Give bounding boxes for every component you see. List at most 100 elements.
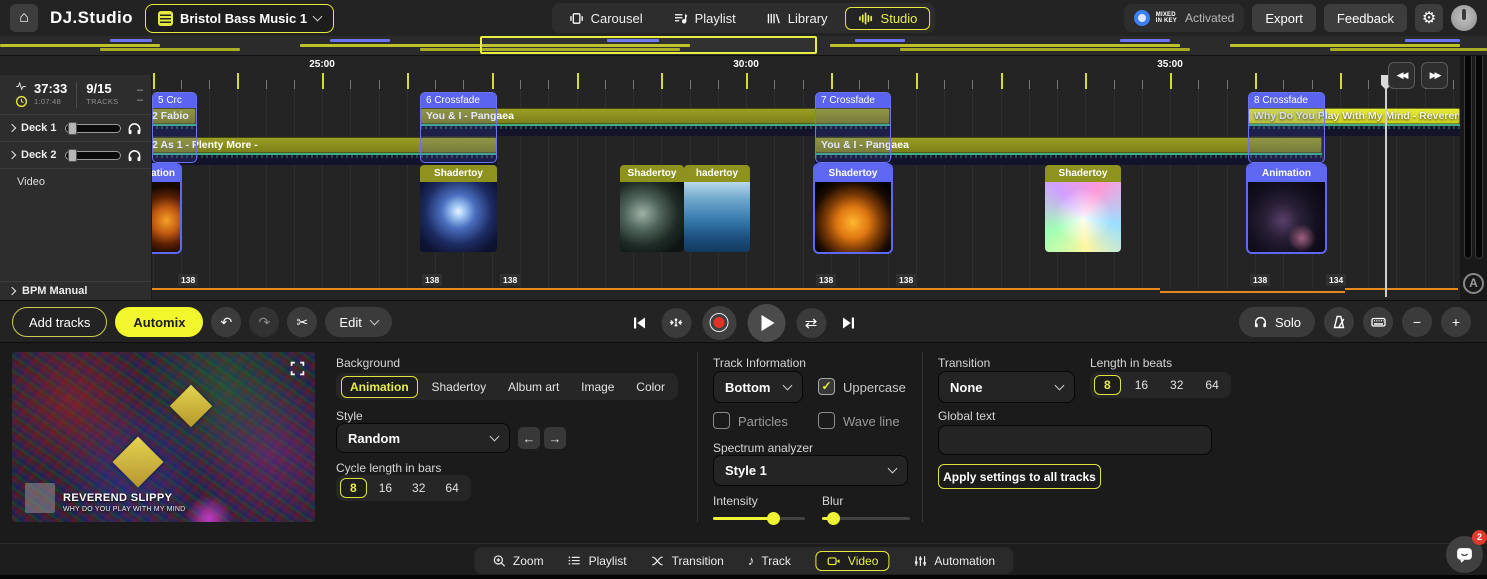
deck2-volume-slider[interactable] (65, 151, 121, 160)
intensity-slider[interactable] (713, 517, 805, 520)
tab-zoom[interactable]: Zoom (492, 554, 544, 568)
tab-automation[interactable]: Automation (913, 554, 995, 568)
crossfade-region[interactable]: 5 Crc (152, 92, 197, 163)
playhead[interactable] (1385, 75, 1387, 297)
feedback-button[interactable]: Feedback (1324, 4, 1407, 32)
crossfade-region[interactable]: 6 Crossfade (420, 92, 497, 163)
background-option-animation[interactable]: Animation (341, 376, 418, 398)
transition-dropdown[interactable]: None (938, 371, 1075, 403)
export-button[interactable]: Export (1252, 4, 1316, 32)
jump-to-playhead-button[interactable] (661, 308, 691, 338)
tab-playlist[interactable]: Playlist (568, 554, 627, 568)
cycle-option-8[interactable]: 8 (340, 478, 367, 498)
headphones-icon[interactable] (127, 121, 142, 136)
style-next-button[interactable]: → (544, 427, 566, 449)
apply-settings-button[interactable]: Apply settings to all tracks (938, 464, 1101, 489)
ruler-tick (633, 80, 634, 89)
slider-thumb[interactable] (68, 122, 77, 135)
wave-line-checkbox[interactable] (818, 412, 835, 429)
cycle-option-32[interactable]: 32 (404, 478, 433, 498)
video-clip[interactable]: Shadertoy (1045, 165, 1121, 252)
slider-thumb[interactable] (68, 149, 77, 162)
particles-checkbox[interactable] (713, 412, 730, 429)
beats-option-8[interactable]: 8 (1094, 375, 1121, 395)
chevron-right-icon[interactable] (8, 151, 16, 159)
text-position-dropdown[interactable]: Bottom (713, 371, 803, 403)
deck1-volume-slider[interactable] (65, 124, 121, 133)
beats-option-64[interactable]: 64 (1197, 375, 1226, 395)
keyboard-shortcuts-button[interactable] (1363, 307, 1393, 337)
redo-button[interactable]: ↷ (249, 307, 279, 337)
spectrum-style-dropdown[interactable]: Style 1 (713, 455, 908, 486)
background-option-album-art[interactable]: Album art (500, 377, 567, 397)
skip-forward-button[interactable]: ▶▶ (1421, 62, 1448, 89)
home-glyph: ⌂ (19, 9, 29, 27)
headphones-icon[interactable] (127, 148, 142, 163)
nav-carousel[interactable]: Carousel (557, 8, 655, 29)
background-option-color[interactable]: Color (628, 377, 673, 397)
waveform-icon (13, 81, 29, 92)
fullscreen-icon[interactable] (290, 361, 305, 376)
intensity-thumb[interactable] (767, 512, 780, 525)
project-dropdown[interactable]: Bristol Bass Music 1 (145, 4, 334, 33)
blur-slider[interactable] (822, 517, 910, 520)
timeline-canvas[interactable]: ◀◀ ▶▶ 37:33 1:07:48 9/15 TRACKS –– Deck … (0, 56, 1487, 300)
cut-button[interactable]: ✂ (287, 307, 317, 337)
ruler-time-label: 30:00 (733, 59, 759, 70)
avatar[interactable] (1451, 5, 1477, 31)
nav-playlist[interactable]: Playlist (661, 8, 748, 29)
style-prev-button[interactable]: ← (518, 427, 540, 449)
mixed-in-key-badge[interactable]: MIXEDIN KEY Activated (1124, 4, 1245, 32)
beats-option-16[interactable]: 16 (1127, 375, 1156, 395)
cycle-option-64[interactable]: 64 (437, 478, 466, 498)
crossfade-region[interactable]: 8 Crossfade (1248, 92, 1325, 163)
tab-track[interactable]: ♪ Track (748, 553, 791, 568)
skip-forward-icon: ▶▶ (1430, 70, 1440, 81)
settings-button[interactable]: ⚙ (1415, 4, 1443, 32)
crossfade-region[interactable]: 7 Crossfade (815, 92, 891, 163)
video-preview[interactable]: REVEREND SLIPPY WHY DO YOU PLAY WITH MY … (12, 352, 315, 522)
zoom-out-button[interactable]: − (1402, 307, 1432, 337)
tab-video[interactable]: Video (815, 551, 889, 571)
record-button[interactable] (702, 306, 736, 340)
beats-option-32[interactable]: 32 (1162, 375, 1191, 395)
video-clip[interactable]: Shadertoy (815, 165, 891, 252)
library-icon (766, 11, 781, 26)
loop-button[interactable]: ⇄ (796, 308, 826, 338)
metronome-button[interactable] (1324, 307, 1354, 337)
home-icon[interactable]: ⌂ (10, 4, 38, 32)
video-clip[interactable]: Shadertoy (420, 165, 497, 252)
nav-studio[interactable]: Studio (846, 7, 931, 30)
automix-button[interactable]: Automix (115, 307, 203, 337)
edit-menu-button[interactable]: Edit (325, 307, 391, 337)
minimap-viewport[interactable] (480, 36, 817, 54)
deck2-track-clip[interactable]: You & I - Pangaea (815, 137, 1322, 153)
zoom-in-button[interactable]: + (1441, 307, 1471, 337)
nav-library[interactable]: Library (754, 8, 840, 29)
transition-label: Transition (938, 356, 990, 370)
cycle-length-label: Cycle length in bars (336, 461, 441, 475)
blur-thumb[interactable] (827, 512, 840, 525)
video-clip[interactable]: hadertoy (684, 165, 750, 252)
next-track-button[interactable] (837, 312, 859, 334)
timeline-minimap[interactable] (0, 36, 1487, 56)
style-dropdown[interactable]: Random (336, 423, 510, 453)
skip-back-button[interactable]: ◀◀ (1388, 62, 1415, 89)
chevron-right-icon[interactable] (8, 124, 16, 132)
add-tracks-button[interactable]: Add tracks (12, 307, 107, 337)
video-clip[interactable]: Shadertoy (620, 165, 684, 252)
background-option-shadertoy[interactable]: Shadertoy (423, 377, 494, 397)
video-clip[interactable]: Animation (1248, 165, 1325, 252)
cycle-option-16[interactable]: 16 (371, 478, 400, 498)
solo-button[interactable]: Solo (1239, 307, 1315, 337)
background-option-image[interactable]: Image (573, 377, 622, 397)
undo-button[interactable]: ↶ (211, 307, 241, 337)
bpm-manual-row[interactable]: BPM Manual (0, 281, 151, 300)
auto-badge-icon[interactable]: A (1463, 273, 1484, 294)
uppercase-checkbox[interactable]: ✓ (818, 378, 835, 395)
global-text-input[interactable] (938, 425, 1212, 455)
play-button[interactable] (747, 304, 785, 342)
previous-track-button[interactable] (628, 312, 650, 334)
tab-transition[interactable]: Transition (651, 554, 724, 568)
nav-label: Studio (881, 11, 918, 26)
